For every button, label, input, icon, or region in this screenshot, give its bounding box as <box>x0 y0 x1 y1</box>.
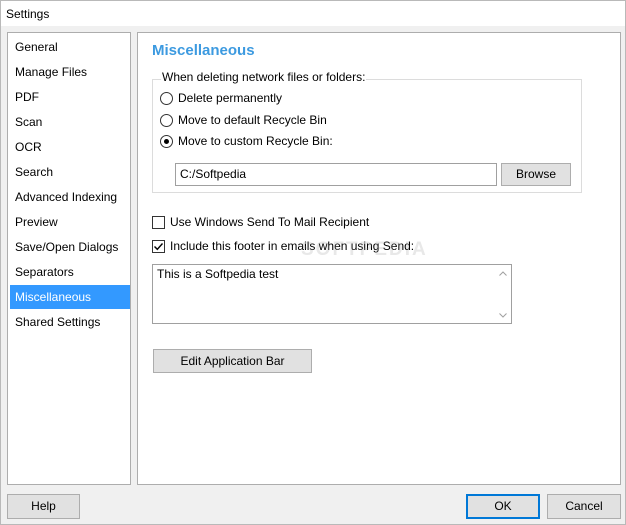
title-bar: Settings <box>1 1 625 26</box>
radio-label: Move to default Recycle Bin <box>178 113 327 127</box>
email-footer-textarea[interactable]: This is a Softpedia test <box>152 264 512 324</box>
sidebar-item-save-open-dialogs[interactable]: Save/Open Dialogs <box>10 235 130 259</box>
checkbox[interactable] <box>152 215 165 229</box>
delete-group-label: When deleting network files or folders: <box>161 70 367 84</box>
page-title: Miscellaneous <box>152 42 255 59</box>
scroll-up-icon[interactable] <box>497 267 509 279</box>
sidebar-item-separators[interactable]: Separators <box>10 260 130 284</box>
radio-button[interactable] <box>160 91 173 105</box>
cancel-button[interactable]: Cancel <box>547 494 621 519</box>
settings-window: Settings General Manage Files PDF Scan O… <box>0 0 626 525</box>
ok-button[interactable]: OK <box>466 494 540 519</box>
sidebar-item-search[interactable]: Search <box>10 160 130 184</box>
sidebar-item-miscellaneous[interactable]: Miscellaneous <box>10 285 130 309</box>
checkbox-include-footer[interactable]: Include this footer in emails when using… <box>152 237 414 255</box>
sidebar-item-general[interactable]: General <box>10 35 130 59</box>
sidebar-item-manage-files[interactable]: Manage Files <box>10 60 130 84</box>
checkbox-label: Use Windows Send To Mail Recipient <box>170 215 370 229</box>
help-button[interactable]: Help <box>7 494 80 519</box>
checkbox-send-to-mail[interactable]: Use Windows Send To Mail Recipient <box>152 213 369 231</box>
checkmark-icon <box>154 242 164 250</box>
sidebar-item-shared-settings[interactable]: Shared Settings <box>10 310 130 334</box>
scroll-down-icon[interactable] <box>497 309 509 321</box>
custom-recycle-bin-path-input[interactable]: C:/Softpedia <box>175 163 497 186</box>
settings-sidebar: General Manage Files PDF Scan OCR Search… <box>7 32 131 485</box>
email-footer-text: This is a Softpedia test <box>157 267 279 281</box>
checkbox[interactable] <box>152 239 165 253</box>
radio-move-default-recycle-bin[interactable]: Move to default Recycle Bin <box>160 111 327 129</box>
sidebar-item-pdf[interactable]: PDF <box>10 85 130 109</box>
radio-label: Move to custom Recycle Bin: <box>178 134 333 148</box>
radio-button[interactable] <box>160 134 173 148</box>
sidebar-item-ocr[interactable]: OCR <box>10 135 130 159</box>
sidebar-item-scan[interactable]: Scan <box>10 110 130 134</box>
edit-application-bar-button[interactable]: Edit Application Bar <box>153 349 312 373</box>
checkbox-label: Include this footer in emails when using… <box>170 239 415 253</box>
window-title: Settings <box>6 7 50 21</box>
sidebar-item-preview[interactable]: Preview <box>10 210 130 234</box>
radio-move-custom-recycle-bin[interactable]: Move to custom Recycle Bin: <box>160 132 333 150</box>
radio-button[interactable] <box>160 113 173 127</box>
browse-button[interactable]: Browse <box>501 163 571 186</box>
radio-delete-permanently[interactable]: Delete permanently <box>160 89 282 107</box>
sidebar-item-advanced-indexing[interactable]: Advanced Indexing <box>10 185 130 209</box>
radio-label: Delete permanently <box>178 91 283 105</box>
